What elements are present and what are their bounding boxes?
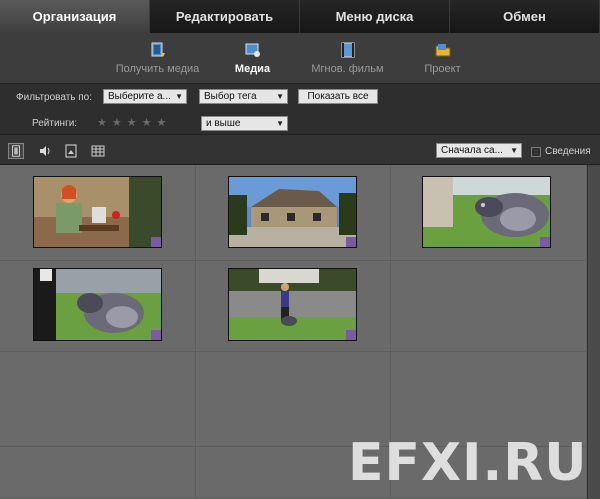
ratings-label: Рейтинги: [32,118,78,129]
tab-share[interactable]: Обмен [450,0,600,33]
chevron-down-icon: ▼ [175,92,183,101]
dog-profile-image [423,177,550,247]
details-label: Сведения [545,146,591,157]
tag-select-value: Выбор тега [204,91,257,102]
filter-select[interactable]: Выберите а... ▼ [103,89,187,104]
instant-movie-icon [341,42,354,58]
video-badge-icon [540,237,550,247]
grid-cell [0,447,196,499]
subtab-instant-movie-label: Мгнов. фильм [311,63,384,75]
get-media-icon [151,42,165,57]
ratings-select[interactable]: и выше ▼ [201,116,288,131]
tab-organize[interactable]: Организация [0,0,150,33]
filter-select-value: Выберите а... [108,91,171,102]
subtab-project[interactable]: Проект [395,33,490,83]
subtab-instant-movie[interactable]: Мгнов. фильм [300,33,395,83]
video-badge-icon [346,237,356,247]
media-thumbnail[interactable] [422,176,551,248]
sort-select-value: Сначала са... [441,145,503,156]
grid-cell [391,261,587,352]
ratings-select-value: и выше [206,118,241,129]
video-badge-icon [151,237,161,247]
chevron-down-icon: ▼ [276,92,284,101]
subtab-media-label: Медиа [234,63,271,75]
rating-stars[interactable]: ★★★★★ [97,116,171,129]
filter-label: Фильтровать по: [16,92,93,103]
sort-select[interactable]: Сначала са... ▼ [436,143,522,158]
subtab-get-media-label: Получить медиа [115,63,200,75]
video-badge-icon [346,330,356,340]
show-all-button[interactable]: Показать все [298,89,378,104]
dog-with-person-image [34,269,161,340]
house-image [229,177,356,247]
grid-view-icon[interactable] [90,143,106,159]
subtab-media[interactable]: Медиа [205,33,300,83]
chevron-down-icon: ▼ [510,146,518,155]
tab-disc-menu[interactable]: Меню диска [300,0,450,33]
chevron-down-icon: ▼ [276,119,284,128]
subtab-get-media[interactable]: Получить медиа [110,33,205,83]
tab-edit[interactable]: Редактировать [150,0,300,33]
media-thumbnail[interactable] [33,268,162,341]
woman-desk-image [34,177,161,247]
media-thumbnail[interactable] [228,176,357,248]
media-thumbnail[interactable] [228,268,357,341]
media-icon [245,43,260,57]
tag-select[interactable]: Выбор тега ▼ [199,89,288,104]
subtabs: Получить медиа Медиа Мгнов. фильм Проект [0,33,600,83]
vertical-scrollbar[interactable] [587,165,600,499]
audio-icon[interactable] [37,143,53,159]
project-icon [435,44,450,57]
media-thumbnail[interactable] [33,176,162,248]
watermark: EFXI.RU [348,433,588,493]
grid-cell [0,352,196,447]
details-checkbox[interactable] [531,147,541,157]
film-icon[interactable] [8,143,24,159]
workspace-tabs: Организация Редактировать Меню диска Обм… [0,0,600,33]
video-badge-icon [151,330,161,340]
person-with-dog-image [229,269,356,340]
photo-icon[interactable] [63,143,79,159]
subtab-project-label: Проект [424,63,461,75]
